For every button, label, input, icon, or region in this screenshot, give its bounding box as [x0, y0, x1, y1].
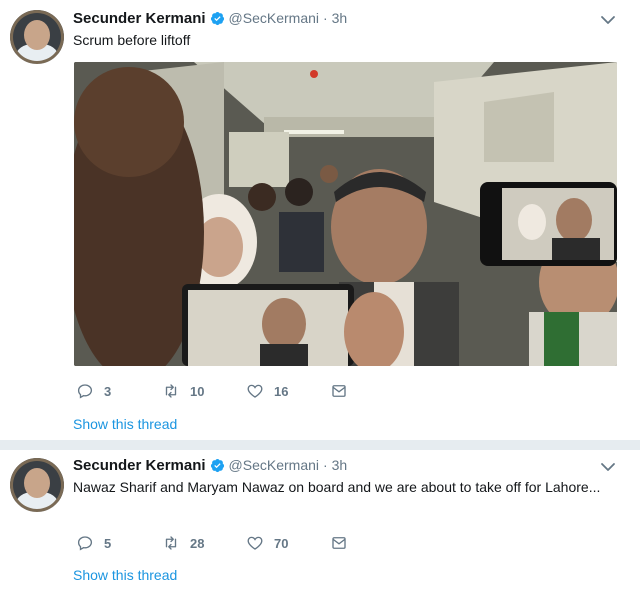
tweet-text: Scrum before liftoff	[73, 32, 191, 48]
author-handle[interactable]: @SecKermani	[229, 10, 319, 26]
direct-message-button[interactable]	[330, 534, 348, 552]
retweet-button[interactable]: 10	[162, 382, 246, 400]
reply-button[interactable]: 5	[76, 534, 156, 552]
author-name[interactable]: Secunder Kermani	[73, 10, 206, 27]
tweet-header: Secunder Kermani @SecKermani · 3h	[73, 8, 347, 28]
tweet-photo[interactable]	[74, 62, 617, 366]
reply-icon	[77, 384, 93, 399]
envelope-icon	[332, 385, 346, 397]
author-name[interactable]: Secunder Kermani	[73, 457, 206, 474]
tweet[interactable]: Secunder Kermani @SecKermani · 3h Nawaz …	[0, 450, 640, 590]
like-button[interactable]: 70	[246, 534, 330, 552]
chevron-down-icon[interactable]	[600, 459, 616, 475]
like-count: 70	[274, 535, 289, 551]
heart-icon	[247, 384, 263, 398]
tweet-actions: 3 10 16	[76, 382, 348, 400]
envelope-icon	[332, 537, 346, 549]
verified-badge-icon	[210, 11, 224, 25]
chevron-down-icon[interactable]	[600, 12, 616, 28]
retweet-count: 10	[190, 383, 205, 399]
direct-message-button[interactable]	[330, 382, 348, 400]
author-handle[interactable]: @SecKermani	[229, 457, 319, 473]
retweet-icon	[165, 536, 177, 550]
tweet-text: Nawaz Sharif and Maryam Nawaz on board a…	[73, 479, 601, 495]
show-thread-link[interactable]: Show this thread	[73, 567, 177, 583]
reply-button[interactable]: 3	[76, 382, 156, 400]
reply-icon	[77, 536, 93, 551]
tweet-actions: 5 28 70	[76, 534, 348, 552]
tweet-timestamp[interactable]: · 3h	[323, 10, 347, 26]
avatar[interactable]	[10, 10, 64, 64]
heart-icon	[247, 536, 263, 550]
like-count: 16	[274, 383, 289, 399]
retweet-button[interactable]: 28	[162, 534, 246, 552]
retweet-icon	[165, 384, 177, 398]
tweet-timestamp[interactable]: · 3h	[323, 457, 347, 473]
tweet-header: Secunder Kermani @SecKermani · 3h	[73, 455, 347, 475]
show-thread-link[interactable]: Show this thread	[73, 416, 177, 432]
retweet-count: 28	[190, 535, 205, 551]
airplane-cabin-photo	[74, 62, 617, 366]
tweet-separator	[0, 440, 640, 450]
reply-count: 3	[104, 383, 112, 399]
avatar[interactable]	[10, 458, 64, 512]
like-button[interactable]: 16	[246, 382, 330, 400]
reply-count: 5	[104, 535, 112, 551]
verified-badge-icon	[210, 458, 224, 472]
tweet[interactable]: Secunder Kermani @SecKermani · 3h Scrum …	[0, 0, 640, 440]
